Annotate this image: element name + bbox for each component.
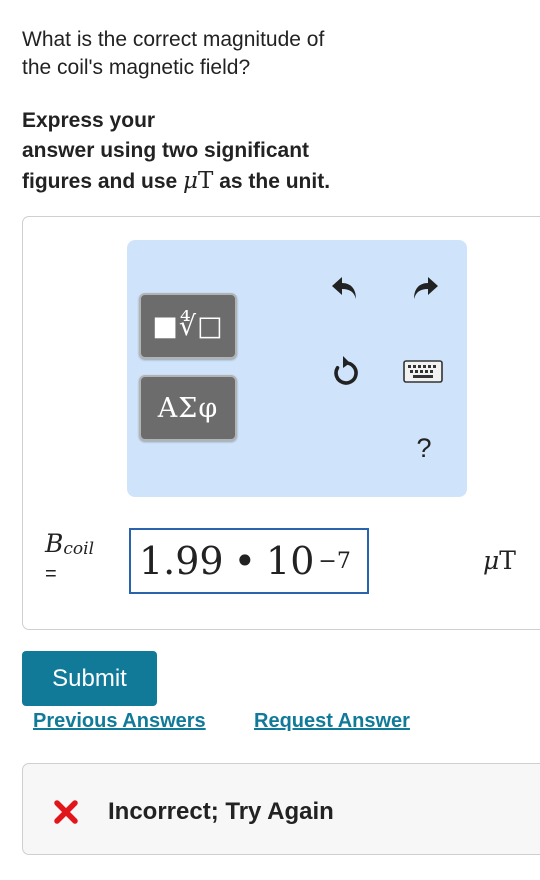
keyboard-icon[interactable] [401,358,445,386]
instruction-line-1: Express your [22,109,156,132]
answer-operator: • [233,539,257,583]
keyboard-icon-graphic [403,360,443,383]
reset-icon[interactable] [327,350,365,392]
instruction-unit-mu: μ [183,168,198,194]
variable-subscript: coil [63,539,95,559]
redo-icon-graphic [414,277,438,299]
undo-icon-graphic [332,277,356,299]
help-icon[interactable]: ? [409,430,439,466]
unit-label: μT [483,546,516,575]
reset-icon-graphic [334,356,358,385]
request-answer-link[interactable]: Request Answer [254,710,410,733]
instruction-line-3-prefix: figures and use [22,170,178,193]
answer-mantissa: 1.99 [139,539,224,583]
answer-exponent: −7 [318,548,351,574]
instruction-unit-letter: T [198,168,214,194]
variable-symbol: B [45,529,64,558]
templates-button[interactable]: ■∜□ [139,293,237,359]
templates-icon: ■∜□ [152,310,224,342]
answer-card: ■∜□ ΑΣφ ? Bcoil = 1.99 • 10 −7 μT [22,216,540,630]
question-line-1: What is the correct magnitude of [22,28,325,51]
unit-mu: μ [483,546,500,575]
feedback-panel: Incorrect; Try Again [22,763,540,855]
answer-input[interactable]: 1.99 • 10 −7 [129,528,369,594]
math-toolbar: ■∜□ ΑΣφ ? [127,240,467,497]
submit-button[interactable]: Submit [22,651,157,706]
redo-icon[interactable] [405,270,443,308]
question-text: What is the correct magnitude of the coi… [22,26,402,82]
feedback-status-text: Incorrect; Try Again [108,798,334,825]
answer-base: 10 [266,539,315,583]
instruction-line-3: figures and use μT as the unit. [22,166,402,197]
undo-icon[interactable] [327,270,365,308]
symbols-icon: ΑΣφ [157,392,219,424]
equals-sign: = [45,563,57,585]
unit-letter: T [499,546,516,575]
previous-answers-link[interactable]: Previous Answers [33,710,206,733]
incorrect-x-icon [54,800,78,824]
question-line-2: the coil's magnetic field? [22,56,251,79]
symbols-button[interactable]: ΑΣφ [139,375,237,441]
answer-instructions: Express your answer using two significan… [22,106,402,197]
variable-label: Bcoil [45,529,94,559]
instruction-line-3-suffix: as the unit. [219,170,331,193]
instruction-line-2: answer using two significant [22,139,310,162]
